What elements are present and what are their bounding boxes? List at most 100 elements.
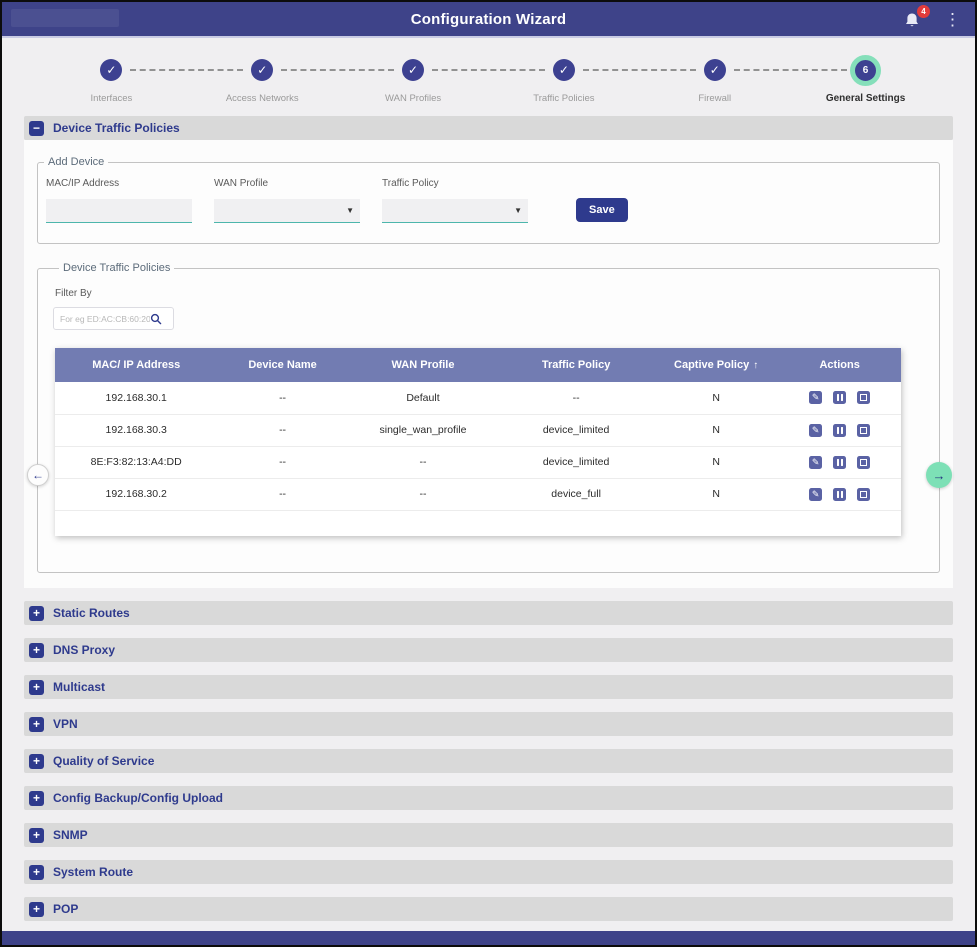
page-title: Configuration Wizard — [2, 11, 975, 28]
column-header-captive-policy[interactable]: Captive Policy↑ — [654, 348, 778, 382]
block-device-button[interactable] — [857, 424, 870, 437]
expand-icon[interactable]: + — [29, 791, 44, 806]
step-complete-circle[interactable]: ✓ — [704, 59, 726, 81]
edit-device-button[interactable]: ✎ — [809, 424, 822, 437]
block-device-button[interactable] — [857, 391, 870, 404]
expand-icon[interactable]: + — [29, 717, 44, 732]
cell-traffic-policy: device_limited — [498, 414, 654, 446]
accordion-label: Quality of Service — [53, 754, 154, 768]
cell-traffic-policy: device_limited — [498, 446, 654, 478]
collapsed-sections: + Static Routes + DNS Proxy + Multicast … — [24, 601, 953, 921]
accordion-label: Device Traffic Policies — [53, 121, 180, 135]
step-access-networks: ✓ Access Networks — [187, 54, 338, 104]
accordion-dns-proxy[interactable]: + DNS Proxy — [24, 638, 953, 662]
accordion-snmp[interactable]: + SNMP — [24, 823, 953, 847]
pause-icon — [837, 491, 843, 498]
cell-mac-ip: 192.168.30.1 — [55, 382, 217, 414]
mac-ip-input[interactable] — [46, 199, 192, 223]
column-header-mac-ip[interactable]: MAC/ IP Address — [55, 348, 217, 382]
cell-device-name: -- — [217, 446, 347, 478]
table-row: 192.168.30.1 -- Default -- N ✎ — [55, 382, 901, 414]
device-traffic-policies-content: Add Device MAC/IP Address WAN Profile ▼ — [24, 140, 953, 588]
pause-device-button[interactable] — [833, 391, 846, 404]
chevron-down-icon: ▼ — [514, 207, 522, 215]
pause-device-button[interactable] — [833, 488, 846, 501]
accordion-vpn[interactable]: + VPN — [24, 712, 953, 736]
step-number: 6 — [863, 65, 869, 76]
accordion-device-traffic-policies[interactable]: − Device Traffic Policies — [24, 116, 953, 140]
wan-profile-select[interactable]: ▼ — [214, 199, 360, 223]
step-complete-circle[interactable]: ✓ — [251, 59, 273, 81]
wan-profile-label: WAN Profile — [214, 178, 360, 189]
column-header-device-name[interactable]: Device Name — [217, 348, 347, 382]
cell-captive-policy: N — [654, 446, 778, 478]
edit-device-button[interactable]: ✎ — [809, 456, 822, 469]
expand-icon[interactable]: + — [29, 680, 44, 695]
cell-captive-policy: N — [654, 478, 778, 510]
stop-icon — [860, 459, 867, 466]
cell-wan-profile: Default — [348, 382, 499, 414]
cell-captive-policy: N — [654, 382, 778, 414]
pause-device-button[interactable] — [833, 424, 846, 437]
expand-icon[interactable]: + — [29, 865, 44, 880]
wizard-stepper: ✓ Interfaces ✓ Access Networks ✓ WAN Pro… — [2, 38, 975, 104]
step-complete-circle[interactable]: ✓ — [402, 59, 424, 81]
table-header-row: MAC/ IP Address Device Name WAN Profile … — [55, 348, 901, 382]
traffic-policy-select[interactable]: ▼ — [382, 199, 528, 223]
pause-icon — [837, 394, 843, 401]
filter-input[interactable] — [60, 314, 150, 324]
accordion-quality-of-service[interactable]: + Quality of Service — [24, 749, 953, 773]
add-device-fieldset: Add Device MAC/IP Address WAN Profile ▼ — [37, 156, 940, 244]
expand-icon[interactable]: + — [29, 828, 44, 843]
edit-device-button[interactable]: ✎ — [809, 391, 822, 404]
search-icon[interactable] — [150, 313, 162, 325]
expand-icon[interactable]: + — [29, 902, 44, 917]
column-header-actions[interactable]: Actions — [778, 348, 901, 382]
device-traffic-policies-section: − Device Traffic Policies Add Device MAC… — [24, 116, 953, 588]
accordion-multicast[interactable]: + Multicast — [24, 675, 953, 699]
notifications-button[interactable]: 4 — [904, 9, 922, 29]
filter-by-label: Filter By — [55, 288, 939, 299]
stop-icon — [860, 394, 867, 401]
top-bar: Configuration Wizard 4 ⋮ — [2, 2, 975, 38]
accordion-static-routes[interactable]: + Static Routes — [24, 601, 953, 625]
accordion-label: SNMP — [53, 828, 88, 842]
kebab-menu-icon[interactable]: ⋮ — [940, 9, 965, 30]
expand-icon[interactable]: + — [29, 643, 44, 658]
edit-icon: ✎ — [812, 426, 820, 435]
step-active-circle[interactable]: 6 — [850, 55, 881, 86]
accordion-label: VPN — [53, 717, 78, 731]
expand-icon[interactable]: + — [29, 754, 44, 769]
cell-wan-profile: -- — [348, 478, 499, 510]
step-general-settings: 6 General Settings — [790, 54, 941, 104]
block-device-button[interactable] — [857, 488, 870, 501]
cell-captive-policy: N — [654, 414, 778, 446]
accordion-pop[interactable]: + POP — [24, 897, 953, 921]
save-button[interactable]: Save — [576, 198, 628, 222]
device-traffic-policies-legend: Device Traffic Policies — [59, 262, 174, 274]
table-empty-row — [55, 510, 901, 536]
block-device-button[interactable] — [857, 456, 870, 469]
accordion-config-backup-upload[interactable]: + Config Backup/Config Upload — [24, 786, 953, 810]
previous-step-button[interactable]: ← — [27, 464, 49, 486]
step-complete-circle[interactable]: ✓ — [553, 59, 575, 81]
collapse-icon[interactable]: − — [29, 121, 44, 136]
table-row: 192.168.30.3 -- single_wan_profile devic… — [55, 414, 901, 446]
column-header-wan-profile[interactable]: WAN Profile — [348, 348, 499, 382]
chevron-down-icon: ▼ — [346, 207, 354, 215]
edit-device-button[interactable]: ✎ — [809, 488, 822, 501]
accordion-label: POP — [53, 902, 78, 916]
cell-mac-ip: 8E:F3:82:13:A4:DD — [55, 446, 217, 478]
cell-mac-ip: 192.168.30.2 — [55, 478, 217, 510]
next-step-button[interactable]: → — [926, 462, 952, 488]
column-header-traffic-policy[interactable]: Traffic Policy — [498, 348, 654, 382]
accordion-system-route[interactable]: + System Route — [24, 860, 953, 884]
table-row: 192.168.30.2 -- -- device_full N ✎ — [55, 478, 901, 510]
edit-icon: ✎ — [812, 393, 820, 402]
step-complete-circle[interactable]: ✓ — [100, 59, 122, 81]
cell-mac-ip: 192.168.30.3 — [55, 414, 217, 446]
pause-device-button[interactable] — [833, 456, 846, 469]
accordion-label: Config Backup/Config Upload — [53, 791, 223, 805]
cell-traffic-policy: -- — [498, 382, 654, 414]
expand-icon[interactable]: + — [29, 606, 44, 621]
